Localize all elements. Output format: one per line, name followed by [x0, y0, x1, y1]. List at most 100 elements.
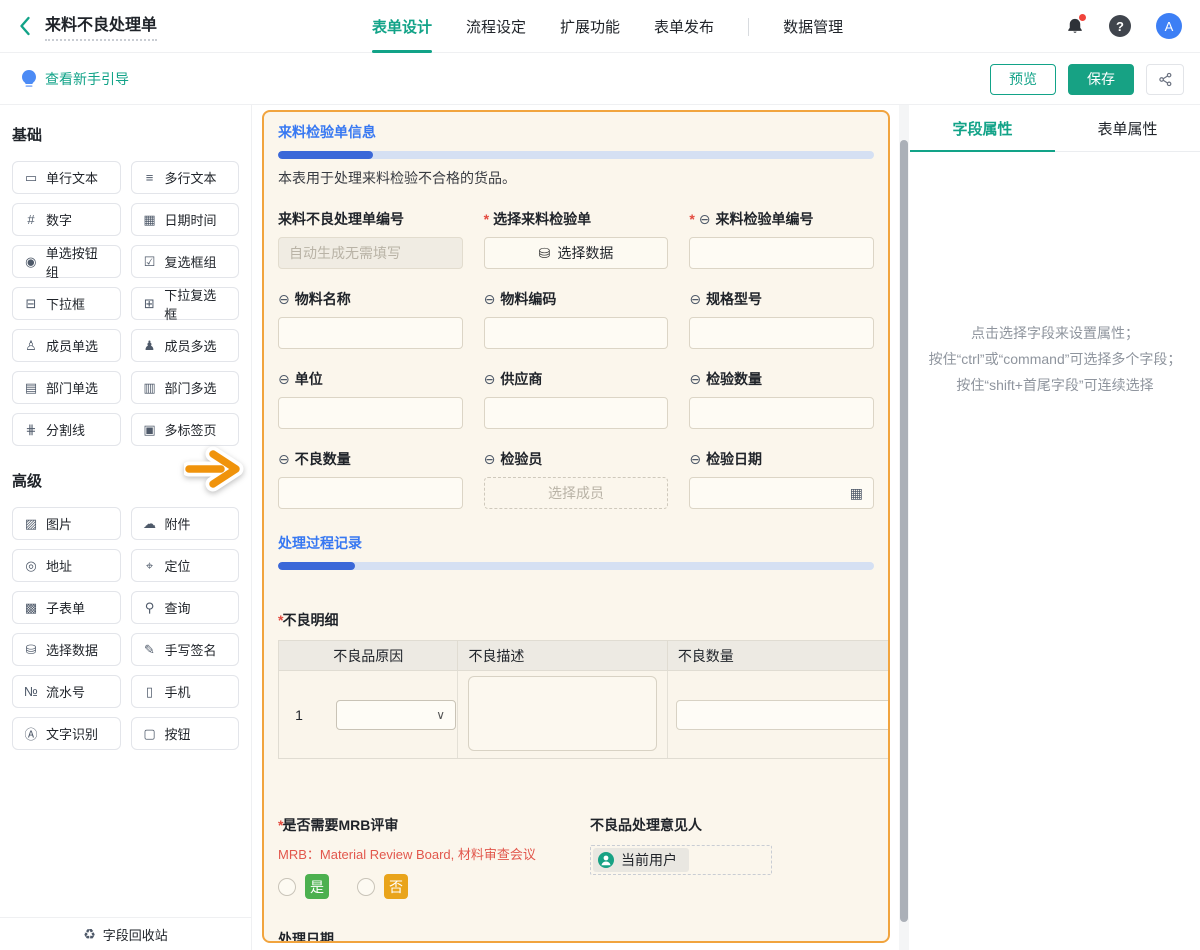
- nav-tab-group-design: 表单设计流程设定扩展功能表单发布: [372, 0, 714, 53]
- field-palette-item[interactable]: ◎ 地址: [12, 549, 121, 582]
- link-icon: ⊖: [484, 371, 496, 388]
- subform-header-row: 不良品原因 不良描述 不良数量: [279, 641, 890, 671]
- date-input[interactable]: ▦: [689, 477, 874, 509]
- field-palette-item[interactable]: ▢ 按钮: [131, 717, 240, 750]
- form-field: *选择来料检验单 ⛁ 选择数据: [484, 209, 669, 269]
- share-button[interactable]: [1146, 64, 1184, 95]
- field-palette-item[interactable]: № 流水号: [12, 675, 121, 708]
- field-palette-item[interactable]: ♟ 成员多选: [131, 329, 240, 362]
- field-palette-label: 文字识别: [46, 724, 98, 743]
- field-palette-item[interactable]: ▨ 图片: [12, 507, 121, 540]
- nav-tab[interactable]: 扩展功能: [560, 0, 620, 53]
- field-palette-item[interactable]: ▦ 日期时间: [131, 203, 240, 236]
- field-palette-item[interactable]: ✎ 手写签名: [131, 633, 240, 666]
- field-palette-item[interactable]: ⊞ 下拉复选框: [131, 287, 240, 320]
- nav-tab[interactable]: 数据管理: [783, 0, 843, 53]
- text-input[interactable]: [278, 477, 463, 509]
- field-palette-item[interactable]: ☁ 附件: [131, 507, 240, 540]
- nav-tab[interactable]: 表单设计: [372, 0, 432, 53]
- current-user-chip[interactable]: 当前用户: [593, 848, 689, 872]
- help-button[interactable]: ?: [1109, 15, 1131, 37]
- select-data-button[interactable]: ⛁ 选择数据: [484, 237, 669, 269]
- member-picker[interactable]: 选择成员: [484, 477, 669, 509]
- field-palette-item[interactable]: ⚲ 查询: [131, 591, 240, 624]
- save-button[interactable]: 保存: [1068, 64, 1134, 95]
- field-palette-label: 附件: [165, 514, 191, 533]
- member-single-icon: ♙: [23, 338, 39, 354]
- field-palette-item[interactable]: ♙ 成员单选: [12, 329, 121, 362]
- field-palette-item[interactable]: Ⓐ 文字识别: [12, 717, 121, 750]
- description-textarea[interactable]: [468, 676, 656, 751]
- divider-icon: ⋕: [23, 422, 39, 438]
- radio-group-icon: ◉: [23, 254, 39, 270]
- text-input[interactable]: [278, 317, 463, 349]
- properties-panel: 字段属性表单属性 点击选择字段来设置属性；按住“ctrl”或“command”可…: [910, 105, 1200, 950]
- form-canvas[interactable]: 来料检验单信息 本表用于处理来料检验不合格的货品。 来料不良处理单编号 自动生成…: [262, 110, 890, 943]
- text-input[interactable]: [484, 397, 669, 429]
- column-header: 不良描述: [458, 641, 667, 670]
- link-icon: ⊖: [689, 371, 701, 388]
- field-palette-label: 选择数据: [46, 640, 98, 659]
- question-mark-icon: ?: [1116, 19, 1124, 34]
- recycle-label: 字段回收站: [103, 925, 168, 944]
- opinion-member-box[interactable]: 当前用户: [590, 845, 772, 875]
- properties-hint: 点击选择字段来设置属性；按住“ctrl”或“command”可选择多个字段；按住…: [910, 320, 1200, 398]
- radio-icon[interactable]: [278, 878, 296, 896]
- text-input[interactable]: [484, 317, 669, 349]
- section-progress-1: [278, 151, 874, 159]
- field-palette-label: 部门多选: [165, 378, 217, 397]
- field-palette-label: 单行文本: [46, 168, 98, 187]
- properties-tab[interactable]: 表单属性: [1055, 105, 1200, 151]
- section-progress-2: [278, 562, 874, 570]
- preview-button[interactable]: 预览: [990, 64, 1056, 95]
- field-palette-item[interactable]: ⊟ 下拉框: [12, 287, 121, 320]
- address-icon: ◎: [23, 558, 39, 574]
- avatar[interactable]: A: [1156, 13, 1182, 39]
- field-palette-item[interactable]: ▭ 单行文本: [12, 161, 121, 194]
- field-palette-item[interactable]: ⌖ 定位: [131, 549, 240, 582]
- field-palette-item[interactable]: ▩ 子表单: [12, 591, 121, 624]
- field-palette-item[interactable]: ☑ 复选框组: [131, 245, 240, 278]
- text-input[interactable]: [689, 397, 874, 429]
- field-palette-item[interactable]: ▤ 部门单选: [12, 371, 121, 404]
- link-icon: ⊖: [278, 451, 290, 468]
- mrb-option-no[interactable]: 否: [357, 874, 408, 899]
- field-palette-item[interactable]: ⛁ 选择数据: [12, 633, 121, 666]
- field-palette-item[interactable]: ◉ 单选按钮组: [12, 245, 121, 278]
- notifications-button[interactable]: [1066, 16, 1084, 36]
- field-palette-item[interactable]: # 数字: [12, 203, 121, 236]
- back-button[interactable]: [18, 16, 31, 36]
- field-palette-label: 图片: [46, 514, 72, 533]
- field-recycle-bin[interactable]: ♻ 字段回收站: [0, 917, 251, 950]
- number-icon: #: [23, 212, 39, 227]
- lightbulb-icon: [22, 70, 36, 88]
- field-palette-item[interactable]: ⋕ 分割线: [12, 413, 121, 446]
- text-input[interactable]: [278, 397, 463, 429]
- subform-table: 不良品原因 不良描述 不良数量 1 ∨: [278, 640, 890, 759]
- page-title[interactable]: 来料不良处理单: [45, 11, 157, 41]
- field-palette-label: 单选按钮组: [46, 243, 110, 281]
- select-icon: ⊟: [23, 296, 39, 312]
- nav-tab[interactable]: 表单发布: [654, 0, 714, 53]
- nav-tab[interactable]: 流程设定: [466, 0, 526, 53]
- properties-tab[interactable]: 字段属性: [910, 105, 1055, 151]
- field-palette-label: 复选框组: [165, 252, 217, 271]
- field-palette-item[interactable]: ▥ 部门多选: [131, 371, 240, 404]
- newbie-guide-link[interactable]: 查看新手引导: [22, 69, 129, 89]
- text-input[interactable]: [689, 237, 874, 269]
- section-title-2[interactable]: 处理过程记录: [278, 533, 874, 553]
- field-palette-label: 下拉复选框: [164, 285, 228, 323]
- form-field: ⊖物料名称: [278, 289, 463, 349]
- field-palette-item[interactable]: ≡ 多行文本: [131, 161, 240, 194]
- canvas-scrollbar-thumb[interactable]: [900, 140, 908, 922]
- radio-icon[interactable]: [357, 878, 375, 896]
- text-input[interactable]: [689, 317, 874, 349]
- button-icon: ▢: [142, 726, 158, 742]
- quantity-input[interactable]: [676, 700, 890, 730]
- recycle-icon: ♻: [83, 926, 96, 943]
- field-palette-item[interactable]: ▣ 多标签页: [131, 413, 240, 446]
- section-title-1[interactable]: 来料检验单信息: [278, 122, 874, 142]
- mrb-option-yes[interactable]: 是: [278, 874, 329, 899]
- reason-select[interactable]: ∨: [336, 700, 456, 730]
- field-palette-item[interactable]: ▯ 手机: [131, 675, 240, 708]
